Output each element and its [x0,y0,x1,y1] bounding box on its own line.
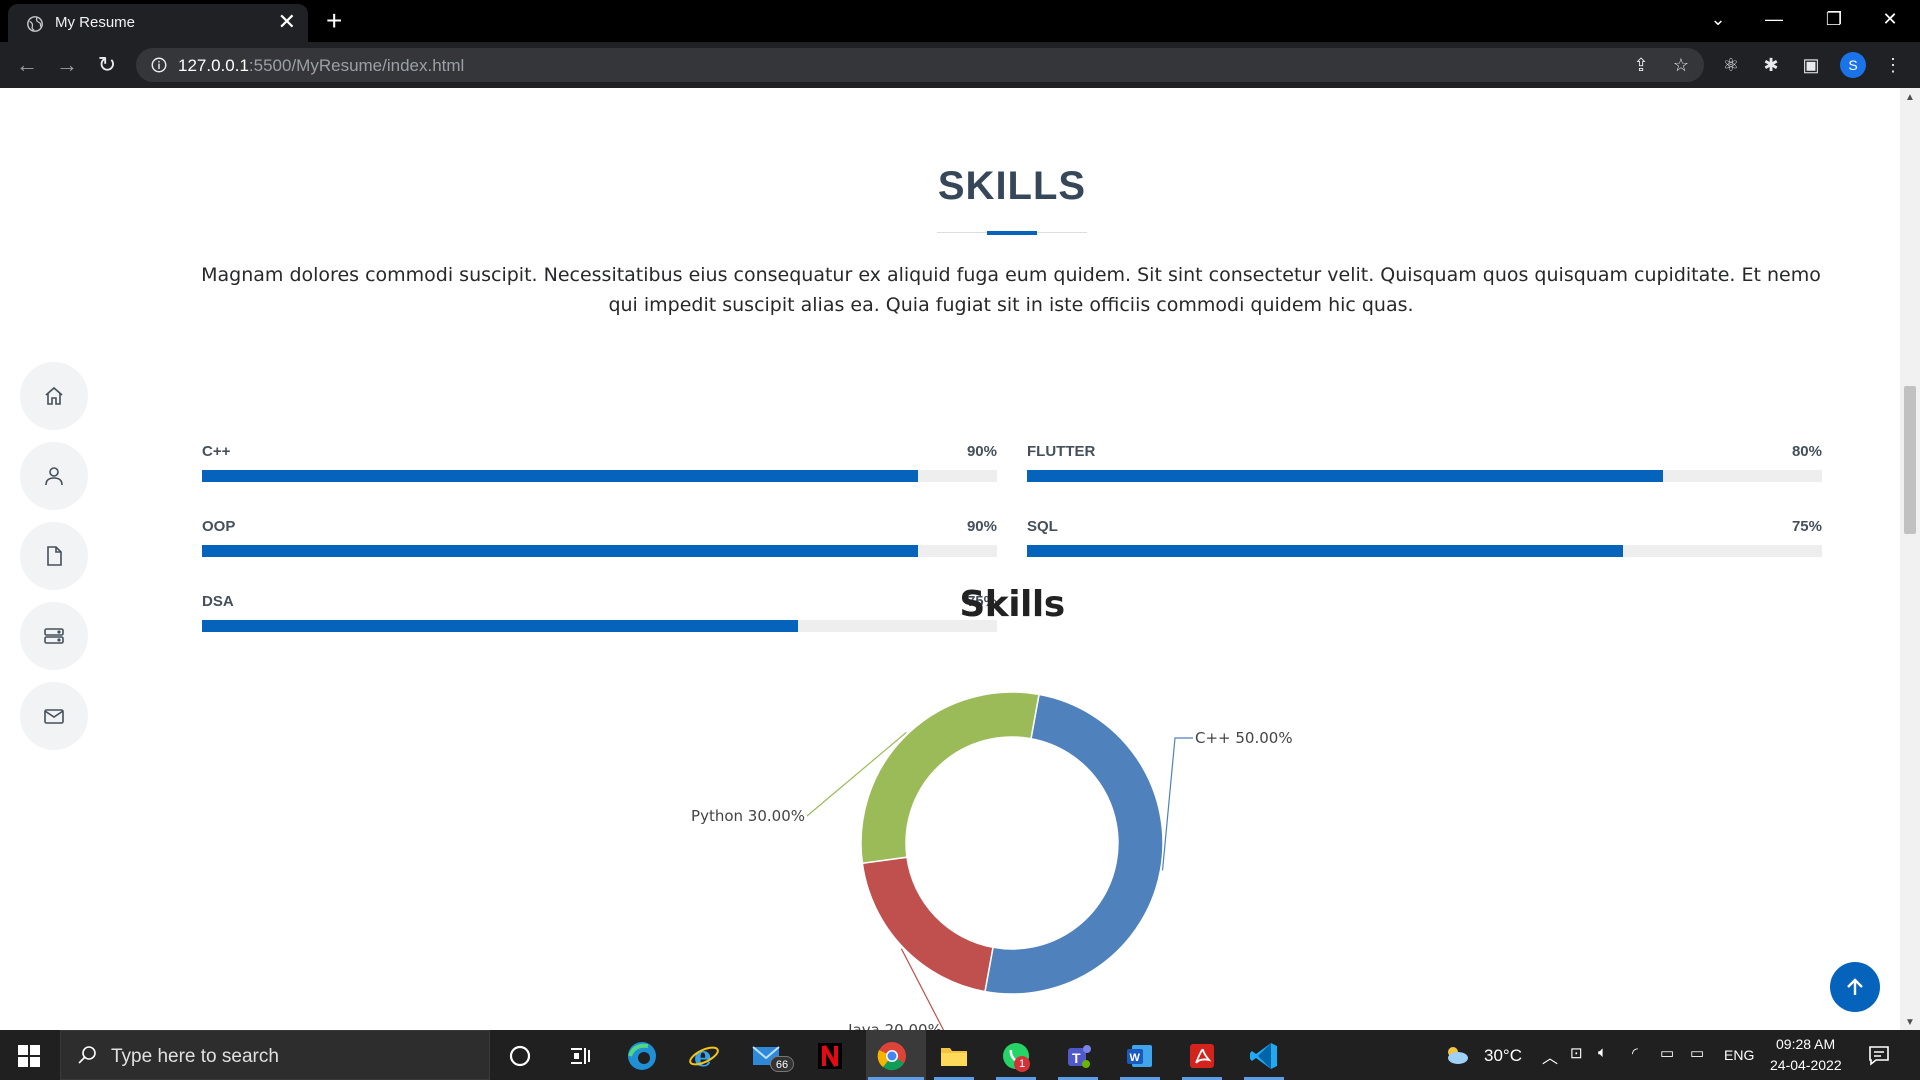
nav-services-button[interactable] [20,602,88,670]
svg-text:T: T [1072,1050,1081,1066]
bookmark-star-icon[interactable]: ☆ [1670,54,1692,76]
language-indicator[interactable]: ENG [1724,1047,1754,1063]
battery-icon[interactable]: ▭ [1690,1044,1704,1062]
internet-explorer-icon[interactable]: e [686,1038,722,1074]
weather-temperature[interactable]: 30°C [1484,1046,1522,1066]
teams-icon[interactable]: T [1060,1038,1096,1074]
minimize-button[interactable]: — [1746,0,1802,40]
donut-slice-cpp[interactable] [984,693,1164,995]
task-view-icon[interactable] [562,1038,598,1074]
notifications-icon[interactable] [1866,1042,1892,1068]
url-text: 127.0.0.1:5500/MyResume/index.html [178,56,464,76]
donut-slice-python[interactable] [860,691,1040,865]
file-explorer-icon[interactable] [936,1038,972,1074]
donut-data-label: Python 30.00% [691,807,805,825]
search-placeholder: Type here to search [111,1046,279,1067]
scroll-thumb[interactable] [1904,386,1916,534]
close-window-button[interactable]: ✕ [1862,0,1918,40]
volume-icon[interactable]: 🔈︎ [1598,1044,1607,1061]
extensions-puzzle-icon[interactable]: ✱ [1760,54,1782,76]
browser-toolbar: ← → ↻ 127.0.0.1:5500/MyResume/index.html… [0,42,1920,88]
tab-close-icon[interactable]: ✕ [278,10,296,34]
share-icon[interactable]: ⇪ [1630,54,1652,76]
windows-start-icon[interactable] [18,1045,40,1067]
arrow-up-icon [1847,978,1863,995]
back-arrow-icon[interactable]: ← [14,52,40,78]
scroll-up-arrow-icon[interactable]: ▲ [1905,92,1915,103]
file-icon [47,546,62,566]
restore-button[interactable]: ❐ [1806,0,1862,40]
info-icon[interactable] [150,56,168,74]
vscode-icon[interactable] [1246,1038,1282,1074]
side-panel-icon[interactable]: ▣ [1800,54,1822,76]
tray-chevron-up-icon[interactable]: ︿ [1542,1044,1558,1068]
react-devtools-icon[interactable]: ⚛ [1720,54,1742,76]
browser-tab[interactable]: My Resume ✕ [8,4,308,42]
forward-arrow-icon[interactable]: → [54,52,80,78]
netflix-icon[interactable] [812,1038,848,1074]
browser-tab-strip: My Resume ✕ + ⌄ — ❐ ✕ [0,0,1920,42]
search-icon [78,1046,96,1064]
nav-home-button[interactable] [20,362,88,430]
network-icon[interactable]: ⊡ [1570,1044,1583,1062]
menu-kebab-icon[interactable]: ⋮ [1882,54,1904,76]
server-icon [44,628,64,644]
globe-icon [27,16,43,32]
nav-resume-button[interactable] [20,522,88,590]
clock-time[interactable]: 09:28 AM [1776,1036,1835,1052]
acrobat-icon[interactable] [1184,1038,1220,1074]
chrome-icon[interactable] [874,1038,910,1074]
url-host: 127.0.0.1 [178,56,249,75]
profile-avatar[interactable]: S [1840,52,1866,78]
meet-now-icon[interactable]: ▭ [1660,1044,1674,1062]
address-bar[interactable]: 127.0.0.1:5500/MyResume/index.html ⇪ ☆ [136,48,1704,82]
donut-data-label: Java 20.00% [847,1021,942,1030]
back-to-top-button[interactable] [1830,962,1880,1012]
edge-icon[interactable] [624,1038,660,1074]
nav-about-button[interactable] [20,442,88,510]
page-scrollbar[interactable]: ▲ ▼ [1900,88,1920,1030]
scroll-down-arrow-icon[interactable]: ▼ [1905,1017,1915,1028]
whatsapp-badge: 1 [1014,1056,1030,1072]
windows-taskbar: Type here to search e 66 1 T W 30°C ︿ ⊡ … [0,1030,1920,1080]
donut-data-label: C++ 50.00% [1195,729,1293,747]
taskbar-search-box[interactable]: Type here to search [60,1030,490,1080]
wifi-icon[interactable]: ◜ [1632,1044,1638,1062]
resume-page: SKILLS Magnam dolores commodi suscipit. … [0,88,1900,1030]
person-icon [45,467,63,486]
donut-slice-java[interactable] [861,856,994,993]
home-icon [45,386,63,405]
svg-text:W: W [1130,1052,1141,1064]
skills-donut-chart: C++ 50.00% Java 20.00% Python 30.00% [691,691,1293,1030]
mail-badge: 66 [770,1056,794,1072]
donut-leader-line [1161,737,1193,871]
cortana-icon[interactable] [502,1038,538,1074]
svg-text:e: e [694,1040,712,1073]
url-path: :5500/MyResume/index.html [248,56,465,75]
clock-date[interactable]: 24-04-2022 [1770,1057,1842,1073]
tab-title: My Resume [55,14,136,31]
word-icon[interactable]: W [1122,1038,1158,1074]
reload-icon[interactable]: ↻ [94,52,120,78]
tab-search-chevron-icon[interactable]: ⌄ [1690,0,1746,40]
new-tab-button[interactable]: + [326,4,342,38]
weather-cloud-icon[interactable] [1442,1040,1472,1070]
nav-contact-button[interactable] [20,682,88,750]
envelope-icon [44,709,64,724]
